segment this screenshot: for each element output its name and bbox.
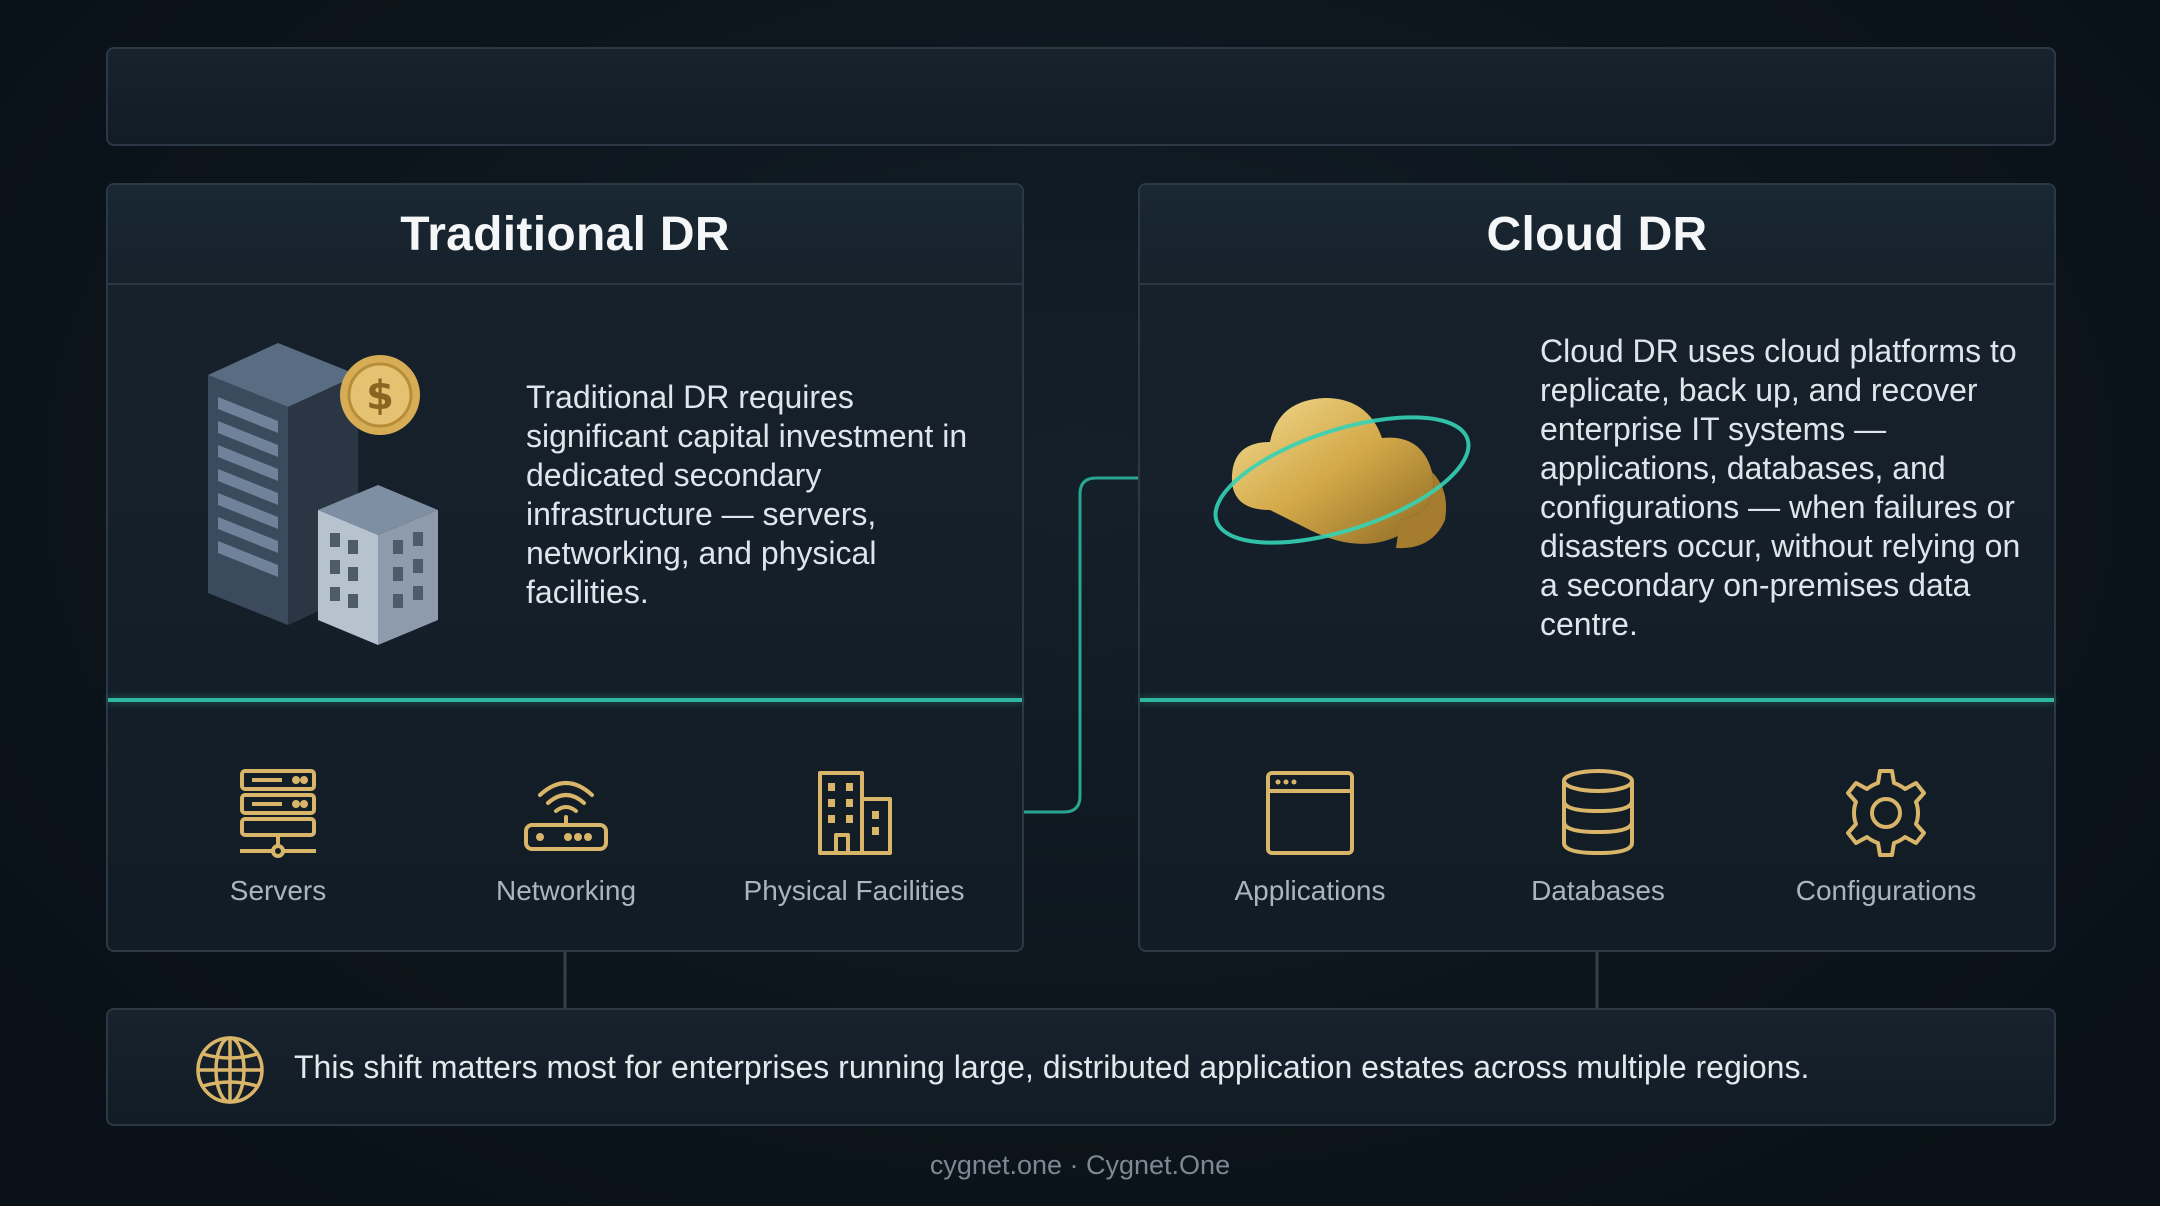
traditional-divider — [108, 698, 1022, 702]
feature-servers: Servers — [133, 765, 423, 907]
server-stack-icon — [240, 769, 316, 858]
gold-cloud-icon — [1231, 398, 1447, 549]
feature-networking: Networking — [421, 765, 711, 907]
cloud-divider — [1140, 698, 2054, 702]
cloud-dr-description: Cloud DR uses cloud platforms to replica… — [1540, 333, 2021, 642]
feature-physical-facilities: Physical Facilities — [709, 765, 999, 907]
feature-label: Networking — [495, 875, 637, 906]
summary-bar: This shift matters most for enterprises … — [106, 1008, 2056, 1126]
gear-icon — [1846, 769, 1926, 857]
database-icon — [1562, 769, 1634, 856]
cloud-dr-title: Cloud DR — [1486, 207, 1708, 261]
svg-text:$: $ — [366, 373, 394, 419]
traditional-dr-description: Traditional DR requires significant capi… — [526, 379, 968, 610]
feature-label: Servers — [229, 875, 327, 906]
feature-configurations: Configurations — [1741, 765, 2031, 907]
feature-applications: Applications — [1165, 765, 1455, 907]
traditional-dr-header: Traditional DR — [108, 185, 1022, 285]
building-icon — [818, 771, 892, 855]
summary-text: This shift matters most for enterprises … — [294, 1048, 1810, 1085]
dollar-coin-icon: $ — [340, 355, 420, 435]
traditional-dr-title: Traditional DR — [400, 207, 730, 261]
server-building-illustration: $ — [208, 343, 438, 645]
header-bar — [106, 47, 2056, 146]
feature-label: Configurations — [1795, 875, 1977, 906]
app-window-icon — [1266, 771, 1354, 855]
traditional-dr-card: Traditional DR $ Traditional DR requires… — [106, 183, 1024, 952]
cloud-orbit-illustration — [1213, 398, 1471, 549]
feature-label: Physical Facilities — [743, 875, 965, 906]
cloud-dr-card: Cloud DR Cloud DR uses cloud platforms t… — [1138, 183, 2056, 952]
feature-label: Applications — [1234, 875, 1386, 906]
feature-label: Databases — [1531, 875, 1665, 906]
cloud-dr-header: Cloud DR — [1140, 185, 2054, 285]
feature-databases: Databases — [1453, 765, 1743, 907]
globe-icon — [196, 1036, 264, 1104]
footer-credit: cygnet.one · Cygnet.One — [929, 1150, 1231, 1180]
office-building-icon — [318, 485, 438, 645]
wifi-router-icon — [524, 781, 608, 851]
